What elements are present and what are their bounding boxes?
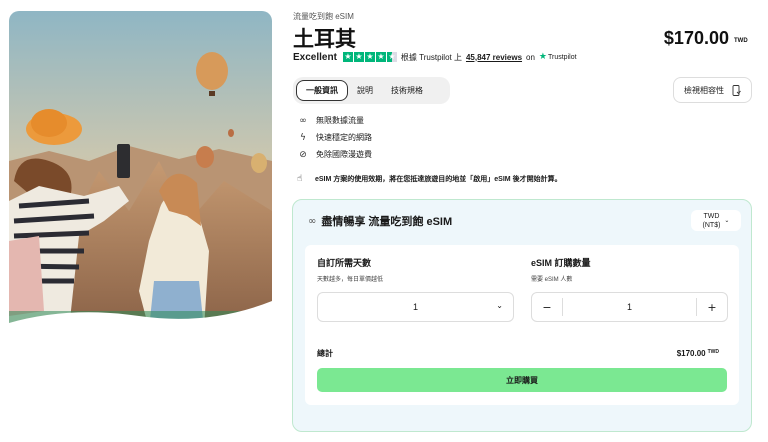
feature-label: 免除國際漫遊費: [316, 150, 372, 159]
buy-now-button[interactable]: 立即購買: [317, 368, 727, 392]
reviews-link[interactable]: 45,847 reviews: [466, 53, 522, 62]
infinity-icon: ∞: [308, 215, 317, 227]
plan-config-panel: 自訂所需天數 天數越多，每日單價越低 1 ⌄ eSIM 訂購數量 需要 eSIM…: [305, 245, 739, 405]
tab-general-info[interactable]: 一般資訊: [296, 80, 348, 101]
trustpilot-widget[interactable]: Excellent 根據 Trustpilot 上 45,847 reviews…: [293, 51, 577, 63]
lightning-icon: ϟ: [300, 132, 306, 143]
feature-label: 無限數據流量: [316, 116, 364, 125]
tab-bar: 一般資訊 說明 技術規格: [293, 77, 450, 104]
quantity-hint: 需要 eSIM 人數: [531, 277, 573, 283]
on-text: on: [526, 52, 535, 62]
validity-notice: ☝ eSIM 方案的使用效期，將在您抵達旅遊目的地並「啟用」eSIM 後才開始計…: [297, 174, 562, 184]
half-star-icon: [386, 51, 397, 63]
compatibility-button[interactable]: 檢視相容性: [673, 77, 752, 103]
feature-item: ⊘ 免除國際漫遊費: [297, 146, 372, 163]
plan-title-text: 盡情暢享 流量吃到飽 eSIM: [321, 216, 453, 228]
chevron-down-icon: ⌄: [724, 217, 730, 224]
based-on-text: 根據 Trustpilot 上: [400, 52, 462, 62]
rating-word: Excellent: [293, 51, 337, 63]
feature-item: ∞ 無限數據流量: [297, 112, 372, 129]
currency-code: TWD: [703, 212, 720, 220]
trustpilot-logo: ★ Trustpilot: [539, 52, 577, 62]
quantity-label: eSIM 訂購數量: [531, 258, 591, 268]
plus-button[interactable]: +: [697, 293, 727, 321]
breadcrumb[interactable]: 流量吃到飽 eSIM: [293, 11, 354, 22]
compatibility-label: 檢視相容性: [684, 85, 724, 95]
tab-description[interactable]: 說明: [348, 80, 382, 101]
no-roaming-icon: ⊘: [299, 149, 307, 160]
infinity-icon: ∞: [299, 115, 307, 126]
feature-label: 快速穩定的網路: [316, 133, 372, 142]
trustpilot-brand: Trustpilot: [548, 53, 577, 61]
quantity-stepper: − 1 +: [531, 292, 728, 322]
product-price: $170.00: [663, 28, 729, 48]
hero-image: [9, 11, 272, 329]
currency-symbol: (NT$): [702, 221, 721, 229]
total-currency: TWD: [707, 349, 719, 355]
total-value: $170.00: [676, 349, 706, 358]
days-value: 1: [412, 302, 418, 312]
star-icon: [364, 51, 375, 63]
chevron-down-icon: ⌄: [496, 301, 503, 310]
days-hint: 天數越多，每日單價越低: [317, 277, 384, 283]
days-select[interactable]: 1 ⌄: [317, 292, 514, 322]
feature-item: ϟ 快速穩定的網路: [297, 129, 372, 146]
plan-title: ∞ 盡情暢享 流量吃到飽 eSIM: [308, 213, 452, 229]
star-icon: [353, 51, 364, 63]
total-label: 總計: [317, 349, 333, 358]
days-label: 自訂所需天數: [317, 258, 372, 268]
price-currency: TWD: [734, 38, 748, 44]
total-price: $170.00 TWD: [677, 349, 719, 358]
minus-button[interactable]: −: [532, 293, 562, 321]
star-icon: [375, 51, 386, 63]
star-icon: [342, 51, 353, 63]
trustpilot-star-icon: ★: [538, 52, 547, 62]
notice-text: eSIM 方案的使用效期，將在您抵達旅遊目的地並「啟用」eSIM 後才開始計算。: [315, 176, 562, 183]
currency-select[interactable]: TWD (NT$) ⌄: [691, 210, 741, 231]
feature-list: ∞ 無限數據流量 ϟ 快速穩定的網路 ⊘ 免除國際漫遊費: [297, 112, 372, 163]
tab-tech-specs[interactable]: 技術規格: [382, 80, 432, 101]
phone-check-icon: [732, 84, 741, 96]
tap-icon: ☝: [297, 174, 303, 184]
plan-card: ∞ 盡情暢享 流量吃到飽 eSIM TWD (NT$) ⌄ 自訂所需天數 天數越…: [292, 199, 752, 432]
quantity-value[interactable]: 1: [562, 298, 697, 316]
page-title: 土耳其: [293, 27, 356, 51]
rating-stars: [342, 51, 397, 63]
currency-label: TWD (NT$): [703, 212, 721, 230]
